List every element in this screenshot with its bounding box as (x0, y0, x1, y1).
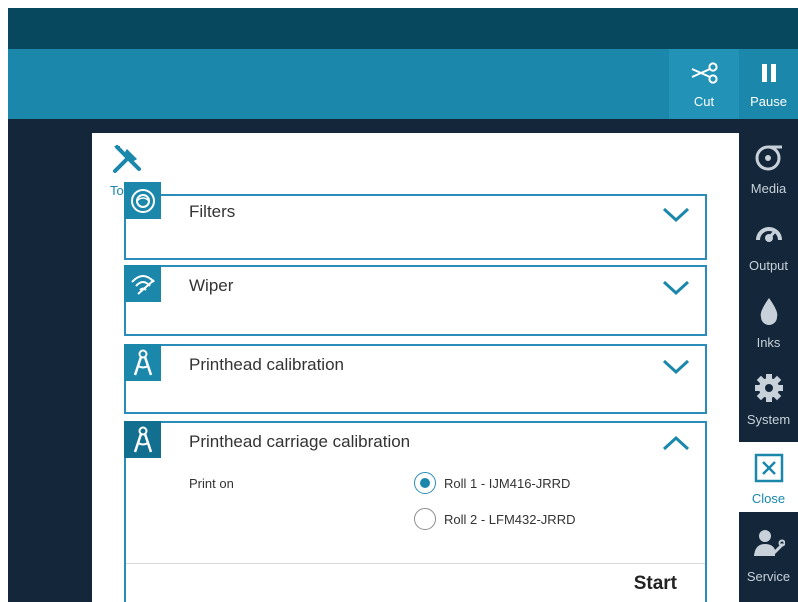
sidebar-item-media[interactable]: Media (739, 119, 798, 196)
wiper-icon (124, 265, 161, 302)
start-button[interactable]: Start (634, 573, 677, 595)
roll-1-radio[interactable] (414, 472, 436, 494)
section-title: Printhead carriage calibration (189, 432, 411, 451)
scissors-icon (669, 61, 739, 85)
panel-top-background (92, 119, 739, 133)
title-bar (8, 8, 798, 49)
left-background (8, 119, 92, 602)
chevron-down-icon[interactable] (661, 204, 691, 224)
sidebar-item-service[interactable]: Service (739, 519, 798, 602)
cut-label: Cut (693, 94, 715, 109)
pause-label: Pause (750, 94, 787, 109)
section-title: Filters (189, 202, 236, 221)
print-on-label: Print on (189, 476, 234, 491)
app-window: Cut Pause Tools (0, 0, 798, 602)
output-gauge-icon (739, 218, 798, 250)
roll-2-radio[interactable] (414, 508, 436, 530)
divider (126, 563, 705, 564)
pause-button[interactable]: Pause (739, 49, 798, 119)
section-printhead-carriage-calibration: Printhead carriage calibration Print on … (124, 421, 707, 602)
sidebar-item-inks[interactable]: Inks (739, 273, 798, 350)
roll-1-label[interactable]: Roll 1 - IJM416-JRRD (444, 476, 570, 491)
section-wiper[interactable]: Wiper (124, 265, 707, 336)
chevron-up-icon[interactable] (661, 433, 691, 453)
sidebar-item-label: Media (750, 181, 787, 196)
wrench-screwdriver-icon (110, 143, 144, 175)
sidebar-item-close[interactable]: Close (739, 442, 798, 512)
gear-icon (739, 372, 798, 404)
service-person-icon (739, 527, 798, 559)
section-title: Wiper (189, 276, 234, 295)
sidebar-item-label: Output (748, 258, 789, 273)
roll-2-label[interactable]: Roll 2 - LFM432-JRRD (444, 512, 575, 527)
section-title: Printhead calibration (189, 355, 344, 374)
sidebar-item-output[interactable]: Output (739, 196, 798, 273)
sidebar-item-label: System (746, 412, 791, 427)
chevron-down-icon[interactable] (661, 356, 691, 376)
filter-icon (124, 182, 161, 219)
close-icon (739, 452, 798, 484)
sidebar-item-system[interactable]: System (739, 350, 798, 427)
ink-drop-icon (739, 295, 798, 327)
cut-button[interactable]: Cut (669, 49, 739, 119)
media-roll-icon (739, 141, 798, 173)
calibration-compass-icon (124, 344, 161, 381)
chevron-down-icon[interactable] (661, 277, 691, 297)
section-printhead-calibration[interactable]: Printhead calibration (124, 344, 707, 414)
pause-icon (739, 61, 798, 85)
tools-panel: Tools Filters (92, 133, 739, 602)
sidebar-item-label: Inks (756, 335, 781, 350)
section-filters[interactable]: Filters (124, 182, 707, 260)
sidebar-item-label: Close (751, 491, 786, 506)
sidebar-item-label: Service (746, 569, 791, 584)
calibration-compass-icon (124, 421, 161, 458)
